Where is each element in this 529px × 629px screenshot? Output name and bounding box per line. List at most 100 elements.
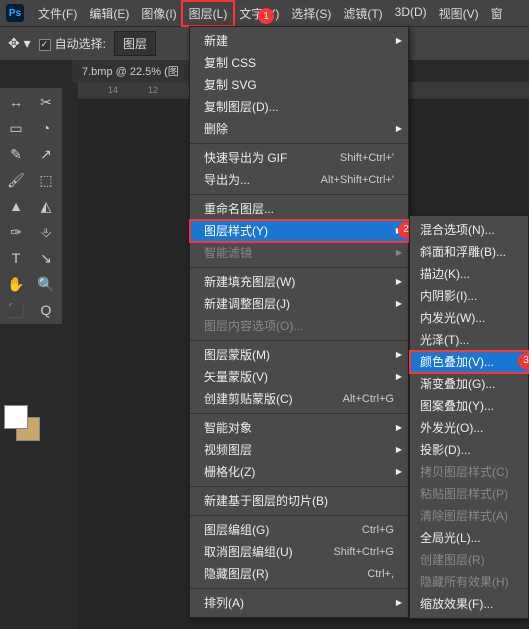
menu-item[interactable]: 内阴影(I)... [410,285,528,307]
tool-button[interactable]: ▲ [2,194,30,218]
tool-button[interactable]: ✂ [32,90,60,114]
menu-separator [190,143,408,144]
menu-item[interactable]: 排列(A) [190,592,408,614]
auto-select-checkbox[interactable]: 自动选择: [39,35,106,52]
menu-item: 智能滤镜 [190,242,408,264]
menu-item[interactable]: 图像(I) [135,2,182,25]
menu-item[interactable]: 3D(D) [389,2,433,25]
menu-item[interactable]: 滤镜(T) [337,2,388,25]
foreground-color-swatch[interactable] [4,405,28,429]
menu-shortcut: Shift+Ctrl+G [333,544,394,560]
menu-item[interactable]: 窗 [485,2,509,25]
menu-shortcut: Alt+Ctrl+G [343,391,394,407]
app-logo: Ps [6,4,24,22]
menu-item[interactable]: 导出为...Alt+Shift+Ctrl+' [190,169,408,191]
menu-item[interactable]: 创建剪贴蒙版(C) Alt+Ctrl+G [190,388,408,410]
tool-button[interactable]: ↗ [32,142,60,166]
menu-item-label: 描边(K)... [420,266,470,282]
menu-item[interactable]: 视图(V) [433,2,485,25]
menu-shortcut: Alt+Shift+Ctrl+' [321,172,394,188]
tool-button[interactable]: ↘ [32,246,60,270]
tool-button[interactable]: 🔍 [32,272,60,296]
layer-style-submenu: 混合选项(N)... 斜面和浮雕(B)... 描边(K)... 内阴影(I)...内发… [409,215,529,619]
tool-button[interactable]: ✎ [2,142,30,166]
callout-badge-1: 1 [258,8,274,24]
layer-select-dropdown[interactable]: 图层 [114,31,156,56]
menu-item[interactable]: 视频图层 [190,439,408,461]
menu-item: 清除图层样式(A) [410,505,528,527]
menu-item[interactable]: 外发光(O)... [410,417,528,439]
menu-item[interactable]: 混合选项(N)... [410,219,528,241]
menu-item: 创建图层(R) [410,549,528,571]
tool-button[interactable]: ◭ [32,194,60,218]
menu-item[interactable]: 快速导出为 GIFShift+Ctrl+' [190,147,408,169]
menu-item-label: 拷贝图层样式(C) [420,464,509,480]
menu-item[interactable]: 内发光(W)... [410,307,528,329]
menu-item-label: 全局光(L)... [420,530,481,546]
tool-button[interactable]: ◔ [32,116,60,140]
menu-item[interactable]: 全局光(L)... [410,527,528,549]
menu-item[interactable]: 新建基于图层的切片(B) [190,490,408,512]
tool-button[interactable]: ✑ [2,220,30,244]
tool-button[interactable]: ⎀ [32,220,60,244]
menu-item[interactable]: 渐变叠加(G)... [410,373,528,395]
menu-item[interactable]: 栅格化(Z) [190,461,408,483]
tool-button[interactable]: Q [32,298,60,322]
menu-item[interactable]: 图层编组(G)Ctrl+G [190,519,408,541]
menu-separator [190,515,408,516]
menu-item[interactable]: 选择(S) [285,2,337,25]
menu-item[interactable]: 复制 CSS [190,52,408,74]
tool-button[interactable]: ⬛ [2,298,30,322]
menu-item: 拷贝图层样式(C) [410,461,528,483]
menu-item-label: 新建填充图层(W) [204,274,295,290]
menu-item[interactable]: 图案叠加(Y)... [410,395,528,417]
menu-item-label: 隐藏所有效果(H) [420,574,509,590]
menu-item[interactable]: 图层(L) [183,2,234,25]
menu-item-label: 新建基于图层的切片(B) [204,493,328,509]
menu-item[interactable]: 编辑(E) [83,2,135,25]
menu-item[interactable]: 图层蒙版(M) [190,344,408,366]
menu-item[interactable]: 复制图层(D)... [190,96,408,118]
menu-item[interactable]: 文件(F) [32,2,83,25]
menu-separator [190,486,408,487]
menu-item-label: 栅格化(Z) [204,464,255,480]
menu-item[interactable]: 图层样式(Y)2 [190,220,408,242]
menu-item-label: 排列(A) [204,595,244,611]
menu-item-label: 图层编组(G) [204,522,269,538]
menu-item[interactable]: 取消图层编组(U)Shift+Ctrl+G [190,541,408,563]
menu-item-label: 混合选项(N)... [420,222,495,238]
menu-item[interactable]: 重命名图层... [190,198,408,220]
menu-item-label: 矢量蒙版(V) [204,369,268,385]
move-tool-icon: ✥ ▾ [8,35,31,52]
menu-item[interactable]: 矢量蒙版(V) [190,366,408,388]
menu-item[interactable]: 智能对象 [190,417,408,439]
menu-item-label: 复制 SVG [204,77,257,93]
menu-item[interactable]: 颜色叠加(V)...3 [410,351,528,373]
tool-button[interactable]: ⬚ [32,168,60,192]
menu-item-label: 智能对象 [204,420,252,436]
menu-item[interactable]: 投影(D)... [410,439,528,461]
menu-item-label: 斜面和浮雕(B)... [420,244,506,260]
menu-item[interactable]: 缩放效果(F)... [410,593,528,615]
menu-item[interactable]: 光泽(T)... [410,329,528,351]
tool-button[interactable]: ✋ [2,272,30,296]
document-tab[interactable]: 7.bmp @ 22.5% (图 [72,60,189,82]
menu-item-label: 光泽(T)... [420,332,469,348]
menu-item[interactable]: 隐藏图层(R)Ctrl+, [190,563,408,585]
menu-item[interactable]: 复制 SVG [190,74,408,96]
menu-item[interactable]: 新建填充图层(W) [190,271,408,293]
menu-item[interactable]: 新建调整图层(J) [190,293,408,315]
tool-button[interactable]: ▭ [2,116,30,140]
menu-item[interactable]: 删除 [190,118,408,140]
menu-shortcut: Shift+Ctrl+' [340,150,394,166]
menu-item-label: 新建 [204,33,228,49]
tool-button[interactable]: 🖌 [2,168,30,192]
menu-item[interactable]: 新建 [190,30,408,52]
tool-button[interactable]: T [2,246,30,270]
menu-item-label: 投影(D)... [420,442,471,458]
menu-item: 隐藏所有效果(H) [410,571,528,593]
menu-item[interactable]: 描边(K)... [410,263,528,285]
menu-item-label: 创建剪贴蒙版(C) [204,391,293,407]
menu-item[interactable]: 斜面和浮雕(B)... [410,241,528,263]
tool-button[interactable]: ↔ [2,90,30,114]
